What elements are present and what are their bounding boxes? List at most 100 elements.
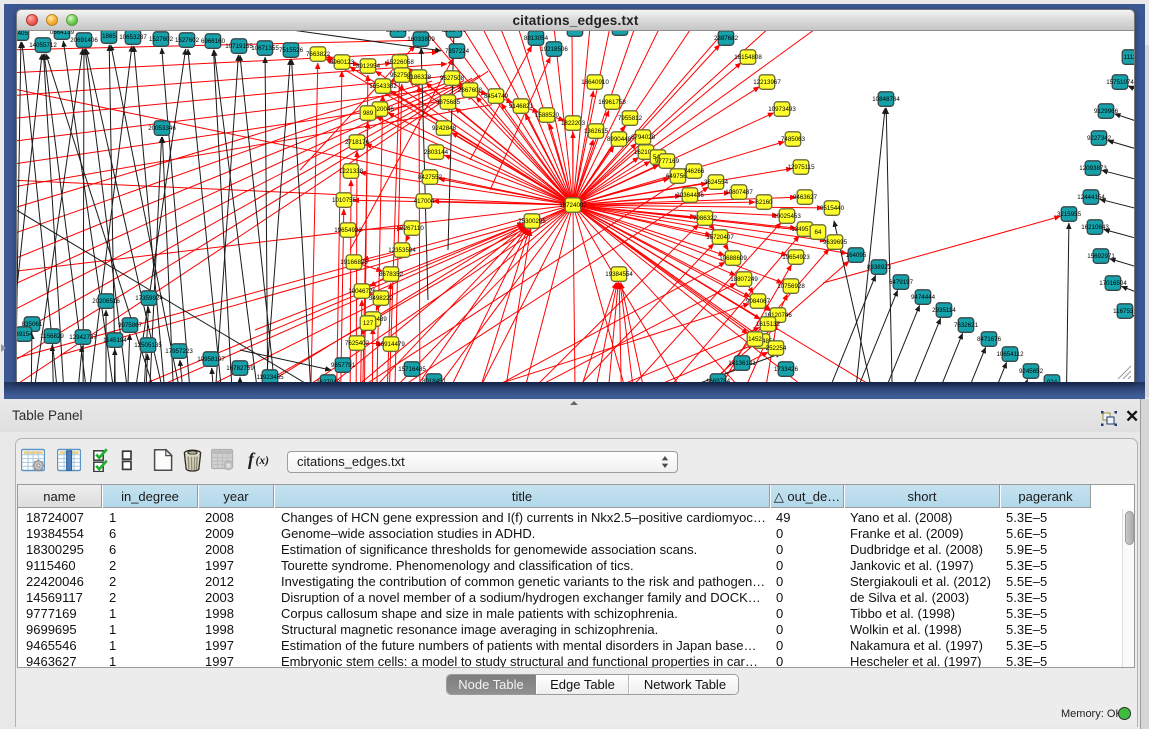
svg-text:10807487: 10807487	[725, 189, 753, 196]
svg-text:1527602: 1527602	[175, 37, 200, 44]
svg-text:7955812: 7955812	[618, 115, 643, 122]
svg-text:39154: 39154	[17, 331, 33, 338]
svg-text:20053346: 20053346	[148, 125, 176, 132]
svg-text:12213967: 12213967	[753, 79, 781, 86]
svg-text:19166825: 19166825	[340, 259, 368, 266]
svg-text:1167531: 1167531	[1113, 308, 1134, 315]
svg-text:3498222: 3498222	[369, 295, 394, 302]
svg-text:8678352: 8678352	[379, 271, 404, 278]
svg-text:7515526: 7515526	[279, 47, 304, 54]
svg-text:14136141: 14136141	[728, 360, 756, 367]
svg-text:7357224: 7357224	[445, 48, 470, 55]
svg-text:2867608: 2867608	[458, 87, 483, 94]
svg-text:8912954: 8912954	[356, 63, 381, 70]
svg-text:20364436: 20364436	[676, 192, 704, 199]
svg-text:19384554: 19384554	[605, 271, 633, 278]
svg-text:10046726: 10046726	[348, 288, 376, 295]
svg-text:9527508: 9527508	[440, 75, 465, 82]
svg-text:2718176: 2718176	[345, 139, 370, 146]
svg-text:417004: 417004	[414, 198, 435, 205]
svg-text:7663822: 7663822	[306, 51, 331, 58]
svg-text:6794028: 6794028	[631, 134, 656, 141]
svg-text:10973493: 10973493	[768, 106, 796, 113]
svg-text:8454749: 8454749	[484, 93, 509, 100]
svg-text:164095: 164095	[846, 252, 867, 259]
svg-text:3624554: 3624554	[704, 179, 729, 186]
svg-text:8186328: 8186328	[407, 74, 432, 81]
svg-text:15716485: 15716485	[398, 366, 426, 373]
svg-text:924: 924	[1047, 379, 1058, 382]
svg-text:1669784: 1669784	[706, 378, 731, 382]
svg-text:62160: 62160	[755, 199, 773, 206]
svg-text:17016504: 17016504	[1099, 280, 1127, 287]
svg-text:6479197: 6479197	[889, 279, 914, 286]
svg-text:9463627: 9463627	[793, 194, 818, 201]
svg-text:9227342: 9227342	[1087, 135, 1112, 142]
svg-text:8990448: 8990448	[607, 136, 632, 143]
svg-text:12444154: 12444154	[1077, 194, 1105, 201]
svg-text:9084067: 9084067	[746, 298, 771, 305]
svg-text:16914479: 16914479	[377, 341, 405, 348]
svg-text:1452: 1452	[748, 336, 762, 343]
svg-text:2803144: 2803144	[424, 149, 449, 156]
svg-text:15692971: 15692971	[1087, 253, 1115, 260]
svg-text:8471676: 8471676	[977, 336, 1002, 343]
svg-text:9515440: 9515440	[820, 205, 845, 212]
svg-text:10756928: 10756928	[777, 283, 805, 290]
svg-text:1615132: 1615132	[756, 321, 781, 328]
svg-text:10688609: 10688609	[719, 255, 747, 262]
svg-text:10654112: 10654112	[996, 351, 1024, 358]
svg-text:9146821: 9146821	[509, 103, 534, 110]
svg-text:16210643: 16210643	[1081, 224, 1109, 231]
svg-text:7632621: 7632621	[954, 322, 979, 329]
svg-text:20206516: 20206516	[92, 298, 120, 305]
svg-text:4627048: 4627048	[316, 379, 341, 382]
svg-text:10025453: 10025453	[773, 213, 801, 220]
svg-text:8960123: 8960123	[330, 59, 355, 66]
svg-text:1588520: 1588520	[535, 112, 560, 119]
svg-text:0564139: 0564139	[50, 31, 75, 36]
svg-text:10719155: 10719155	[225, 43, 253, 50]
svg-text:12093873: 12093873	[1079, 165, 1107, 172]
svg-text:989: 989	[363, 110, 374, 117]
svg-text:15751074: 15751074	[1106, 79, 1134, 86]
svg-text:16961758: 16961758	[598, 99, 626, 106]
svg-text:16033809: 16033809	[407, 36, 435, 43]
svg-text:15720407: 15720407	[706, 234, 734, 241]
svg-text:9653287: 9653287	[563, 31, 588, 33]
svg-text:10671355: 10671355	[251, 45, 279, 52]
svg-text:2388496: 2388496	[442, 31, 467, 34]
svg-text:6966160: 6966160	[201, 38, 226, 45]
svg-text:1405: 1405	[17, 31, 28, 37]
svg-text:127: 127	[363, 320, 374, 327]
svg-text:(x): (x)	[256, 455, 270, 467]
svg-text:9777169: 9777169	[655, 158, 680, 165]
svg-text:1221338: 1221338	[339, 168, 364, 175]
svg-text:12975115: 12975115	[787, 164, 815, 171]
svg-text:252254: 252254	[766, 345, 787, 352]
svg-text:10848784: 10848784	[872, 96, 900, 103]
svg-text:12353594: 12353594	[388, 247, 416, 254]
svg-text:8427552: 8427552	[418, 174, 443, 181]
svg-text:64: 64	[815, 229, 822, 236]
svg-text:12942737: 12942737	[69, 334, 97, 341]
svg-text:746266: 746266	[684, 168, 705, 175]
svg-text:9474444: 9474444	[911, 294, 936, 301]
svg-text:1362615: 1362615	[584, 128, 609, 135]
svg-text:2935114: 2935114	[932, 307, 956, 314]
svg-text:1156829: 1156829	[40, 333, 64, 340]
svg-text:3215955: 3215955	[1057, 211, 1082, 218]
svg-text:1145194: 1145194	[103, 337, 127, 344]
svg-text:19654923: 19654923	[334, 227, 362, 234]
svg-text:1527602: 1527602	[149, 36, 174, 43]
svg-text:8813054: 8813054	[524, 35, 549, 42]
svg-text:10958107: 10958107	[197, 356, 225, 363]
svg-text:18724007: 18724007	[559, 202, 587, 209]
svg-text:14055712: 14055712	[29, 42, 57, 49]
svg-text:12505135: 12505135	[134, 342, 162, 349]
svg-text:1822203: 1822203	[561, 120, 586, 127]
svg-text:19218506: 19218506	[540, 46, 568, 53]
svg-text:8938923: 8938923	[867, 264, 892, 271]
svg-text:7986322: 7986322	[693, 215, 718, 222]
svg-text:18807249: 18807249	[730, 276, 758, 283]
